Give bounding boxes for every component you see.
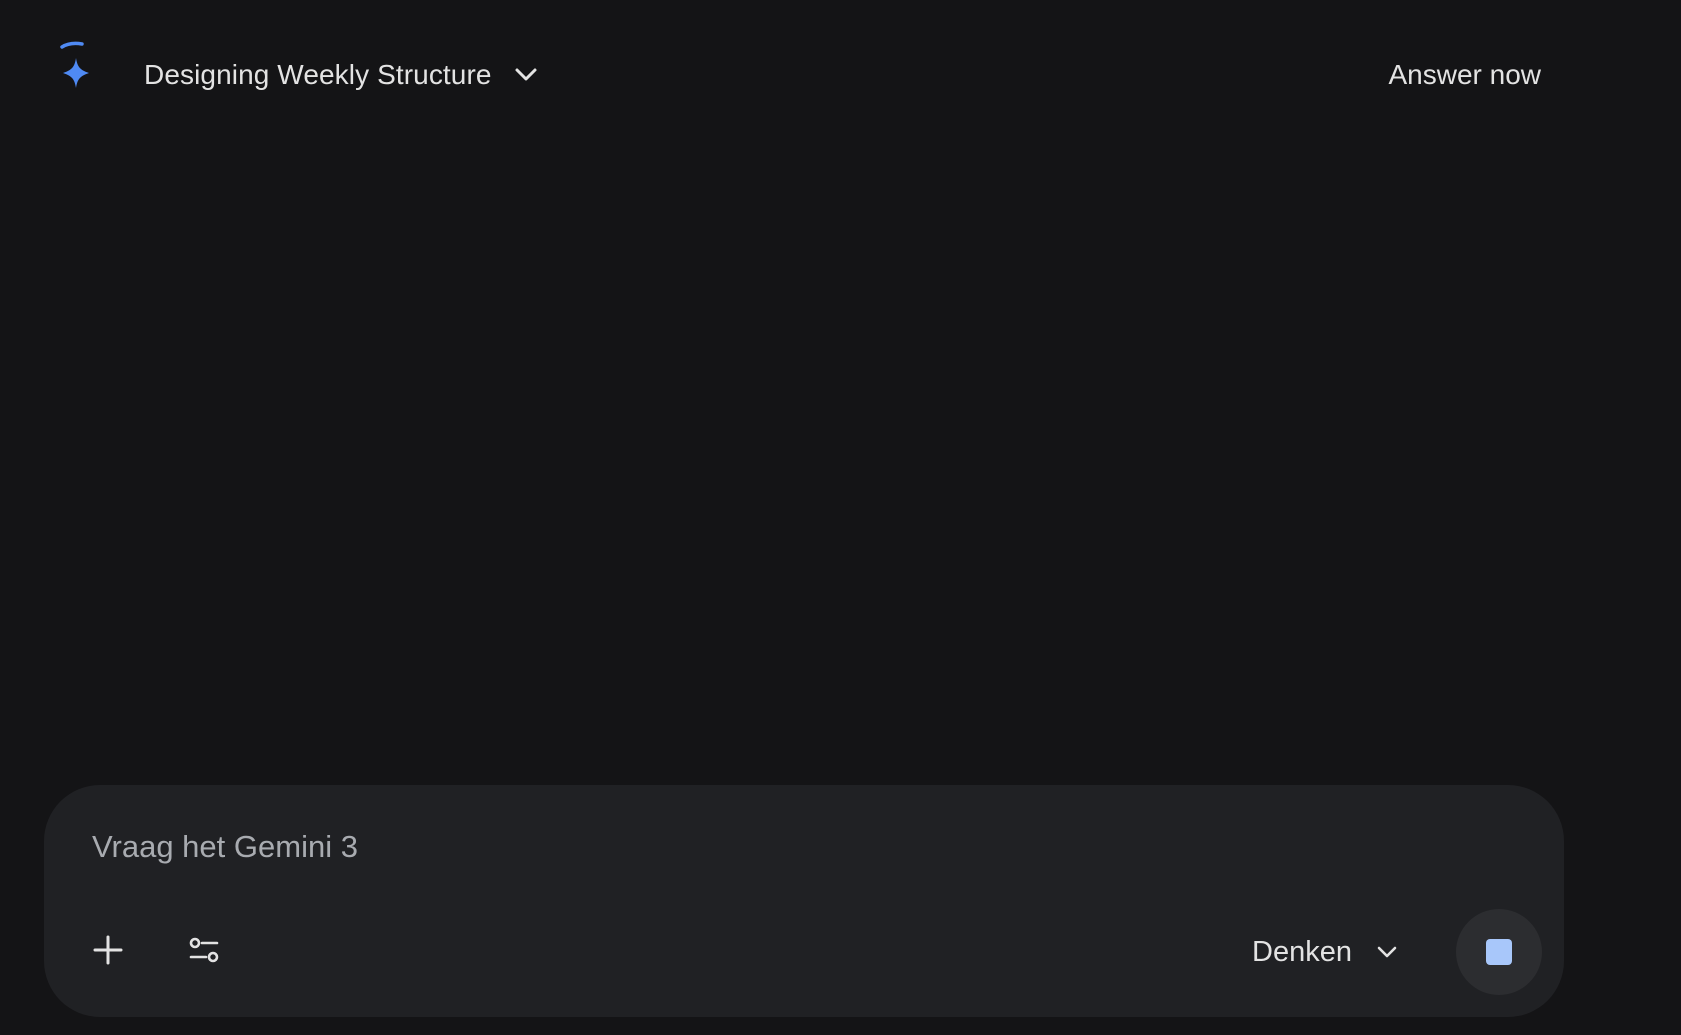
answer-now-button[interactable]: Answer now [1388,52,1541,98]
prompt-input[interactable] [92,825,1092,869]
tools-button[interactable] [176,924,232,980]
mode-selector[interactable]: Denken [1252,924,1400,980]
stop-icon [1486,939,1512,965]
prompt-composer: Denken [44,785,1564,1017]
plus-icon [91,933,125,972]
chevron-down-icon [512,61,540,89]
stop-generation-button[interactable] [1456,909,1542,995]
conversation-title: Designing Weekly Structure [144,59,492,90]
gemini-sparkle-icon [56,40,96,96]
tools-sliders-icon [187,933,221,972]
app-window: Designing Weekly Structure Answer now Vr… [0,0,1681,1035]
mode-label: Denken [1252,935,1352,968]
conversation-title-dropdown[interactable]: Designing Weekly Structure [144,52,540,98]
add-attachment-button[interactable] [80,924,136,980]
chevron-down-icon [1374,939,1400,965]
top-bar: Designing Weekly Structure Answer now [0,0,1681,150]
